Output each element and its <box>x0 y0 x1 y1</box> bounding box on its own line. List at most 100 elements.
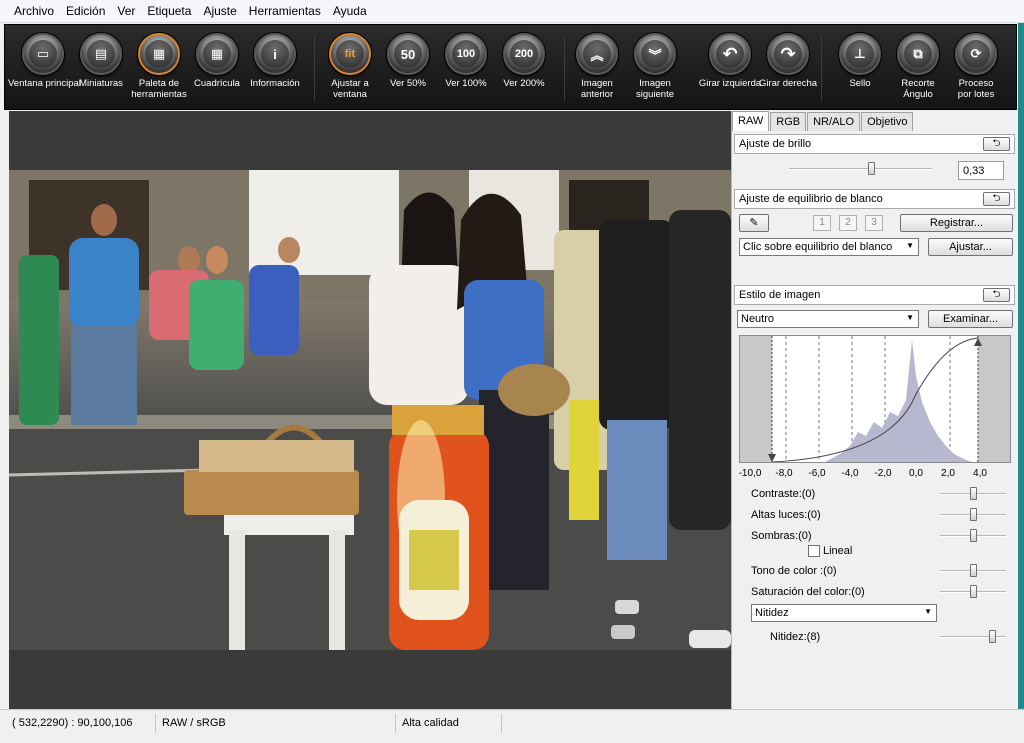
brightness-reset-button[interactable]: ⮌ <box>983 137 1010 151</box>
saturation-label: Saturación del color:(0) <box>751 586 865 598</box>
white-balance-title: Ajuste de equilibrio de blanco <box>739 193 883 205</box>
browse-button[interactable]: Examinar... <box>928 310 1013 328</box>
wb-slot-2[interactable]: 2 <box>839 215 857 231</box>
cursor-coordinates: ( 532,2290) : 90,100,106 <box>8 714 156 733</box>
tab-objetivo[interactable]: Objetivo <box>861 112 914 131</box>
histogram-tick: -6,0 <box>808 468 826 479</box>
sharpness-mode-value: Nitidez <box>755 607 789 619</box>
rotate-right-button[interactable]: ↷ Girar derecha <box>753 27 823 107</box>
brightness-slider-thumb[interactable] <box>868 162 875 175</box>
wb-slot-1[interactable]: 1 <box>813 215 831 231</box>
window-edge <box>1018 23 1024 743</box>
toolbar-label: Ver 200% <box>503 78 545 89</box>
toolbar-label: Proceso por lotes <box>957 78 995 100</box>
thumbnails-icon: ▤ <box>87 40 115 68</box>
image-viewer[interactable] <box>9 111 731 709</box>
histogram-tick: -8,0 <box>775 468 793 479</box>
information-button[interactable]: i Información <box>240 27 310 107</box>
highlights-slider-thumb[interactable] <box>969 508 977 521</box>
zoom-100-icon: 100 <box>452 40 480 68</box>
brightness-header: Ajuste de brillo ⮌ <box>734 134 1015 154</box>
white-balance-reset-button[interactable]: ⮌ <box>983 192 1010 206</box>
brightness-slider-track[interactable] <box>789 168 932 170</box>
histogram[interactable] <box>739 335 1011 463</box>
chevron-down-icon: ▼ <box>906 241 914 250</box>
menu-bar: Archivo Edición Ver Etiqueta Ajuste Herr… <box>0 0 1024 23</box>
toolbar-label: Imagen anterior <box>580 78 614 100</box>
saturation-slider-thumb[interactable] <box>969 585 977 598</box>
app-window: Archivo Edición Ver Etiqueta Ajuste Herr… <box>0 0 1024 743</box>
brightness-value-input[interactable]: 0,33 <box>958 161 1004 180</box>
window-icon: ▭ <box>29 40 57 68</box>
shadows-label: Sombras:(0) <box>751 530 812 542</box>
eyedropper-button[interactable]: ✎ <box>739 214 769 232</box>
picture-style-select-value: Neutro <box>741 313 775 325</box>
sharpness-label: Nitidez:(8) <box>770 631 821 643</box>
color-tone-label: Tono de color :(0) <box>751 565 837 577</box>
tab-rgb[interactable]: RGB <box>770 112 807 131</box>
histogram-tick: -10,0 <box>738 468 762 479</box>
grid-icon: ▦ <box>203 40 231 68</box>
toolbar-label: Recorte Ángulo <box>901 78 935 100</box>
shadows-slider-thumb[interactable] <box>969 529 977 542</box>
picture-style-select[interactable]: Neutro ▼ <box>737 310 919 328</box>
contrast-slider-thumb[interactable] <box>969 487 977 500</box>
eyedropper-icon: ✎ <box>749 217 759 229</box>
menu-etiqueta[interactable]: Etiqueta <box>141 2 197 20</box>
quality-indicator: Alta calidad <box>398 714 502 733</box>
tab-raw[interactable]: RAW <box>732 111 770 131</box>
picture-style-header: Estilo de imagen ⮌ <box>734 285 1015 305</box>
highlights-label: Altas luces:(0) <box>751 509 821 521</box>
brightness-title: Ajuste de brillo <box>739 138 812 150</box>
batch-process-button[interactable]: ⟳ Proceso por lotes <box>941 27 1011 107</box>
wb-slot-3[interactable]: 3 <box>865 215 883 231</box>
white-balance-select[interactable]: Clic sobre equilibrio del blanco ▼ <box>739 238 919 256</box>
histogram-graph <box>740 336 1010 463</box>
crop-angle-icon: ⧉ <box>904 40 932 68</box>
menu-ajuste[interactable]: Ajuste <box>197 2 242 20</box>
batch-process-icon: ⟳ <box>962 40 990 68</box>
linear-checkbox[interactable] <box>808 545 820 557</box>
color-tone-slider-thumb[interactable] <box>969 564 977 577</box>
picture-style-title: Estilo de imagen <box>739 289 821 301</box>
reset-icon: ⮌ <box>992 138 1001 149</box>
white-balance-select-value: Clic sobre equilibrio del blanco <box>743 241 893 253</box>
register-button[interactable]: Registrar... <box>900 214 1013 232</box>
photo-preview[interactable] <box>9 170 731 650</box>
picture-style-reset-button[interactable]: ⮌ <box>983 288 1010 302</box>
reset-icon: ⮌ <box>992 193 1001 204</box>
status-bar: ( 532,2290) : 90,100,106 RAW / sRGB Alta… <box>0 709 1024 743</box>
histogram-tick: 4,0 <box>973 468 987 479</box>
menu-ayuda[interactable]: Ayuda <box>327 2 373 20</box>
linear-label: Lineal <box>823 545 853 557</box>
color-format: RAW / sRGB <box>158 714 396 733</box>
tool-palette: RAW RGB NR/ALO Objetivo Ajuste de brillo… <box>731 111 1018 709</box>
histogram-tick: -4,0 <box>841 468 859 479</box>
view-200-button[interactable]: 200 Ver 200% <box>489 27 559 107</box>
sharpness-mode-select[interactable]: Nitidez ▼ <box>751 604 937 622</box>
toolbar-label: Girar derecha <box>758 78 818 89</box>
next-image-button[interactable]: ︾ Imagen siguiente <box>620 27 690 107</box>
histogram-tick: -2,0 <box>874 468 892 479</box>
previous-image-icon: ︽ <box>583 40 611 68</box>
rotate-right-icon: ↷ <box>774 40 802 68</box>
menu-edicion[interactable]: Edición <box>60 2 111 20</box>
toolbar-separator <box>821 35 822 101</box>
menu-ver[interactable]: Ver <box>111 2 141 20</box>
chevron-down-icon: ▼ <box>924 607 932 616</box>
chevron-down-icon: ▼ <box>906 313 914 322</box>
fit-icon: fit <box>336 40 364 68</box>
tool-palette-icon: ▦ <box>145 40 173 68</box>
tab-nr-alo[interactable]: NR/ALO <box>807 112 861 131</box>
rotate-left-icon: ↶ <box>716 40 744 68</box>
next-image-icon: ︾ <box>641 40 669 68</box>
sharpness-slider-thumb[interactable] <box>989 630 997 643</box>
zoom-200-icon: 200 <box>510 40 538 68</box>
stamp-icon: ⊥ <box>846 40 874 68</box>
sharpness-slider-track[interactable] <box>940 636 1006 638</box>
adjust-button[interactable]: Ajustar... <box>928 238 1013 256</box>
menu-archivo[interactable]: Archivo <box>8 2 60 20</box>
histogram-tick: 0,0 <box>909 468 923 479</box>
menu-herramientas[interactable]: Herramientas <box>243 2 327 20</box>
toolbar-label: Imagen siguiente <box>635 78 675 100</box>
